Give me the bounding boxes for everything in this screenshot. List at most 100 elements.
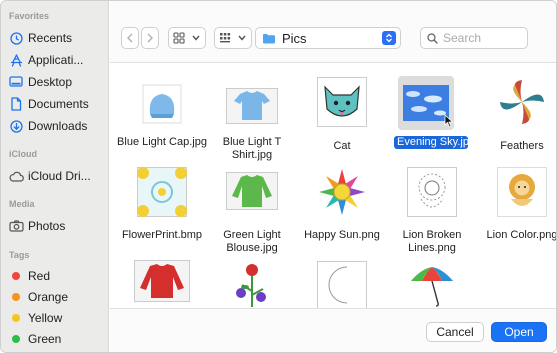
camera-icon [7,220,25,232]
sidebar-item-icloud-drive[interactable]: iCloud Dri... [7,166,104,186]
umbrella-thumbnail-icon [411,267,453,307]
sidebar: Favorites Recents Applicati... Desktop D… [1,1,109,352]
mouse-cursor-icon [444,114,454,128]
file-name: Happy Sun.png [304,229,380,241]
document-icon [7,97,25,111]
cloud-icon [7,171,25,182]
file-name: Lion Broken Lines.png [402,229,462,254]
group-button[interactable] [214,27,252,49]
sidebar-section-favorites: Favorites [9,11,50,21]
lion-lines-thumbnail-icon [407,167,457,217]
toolbar: Pics Search [110,1,556,63]
search-icon [427,32,438,44]
file-item-feathers[interactable]: Feathers [478,74,556,162]
desktop-icon [7,76,25,88]
sky-thumbnail-icon [403,85,449,121]
cap-thumbnail-icon [142,84,182,124]
file-item-green-light-blouse[interactable]: Green Light Blouse.jpg [208,166,296,254]
file-thumbnail [226,88,278,124]
sidebar-item-label: Orange [28,290,69,304]
tshirt-thumbnail-icon [226,88,278,124]
file-name: FlowerPrint.bmp [121,229,203,241]
sidebar-item-label: Applicati... [28,53,84,67]
file-item-blue-light-cap[interactable]: Blue Light Cap.jpg [117,74,207,162]
file-item-cat[interactable]: Cat [298,74,386,162]
file-name-selected: Evening Sky.jpg [394,136,475,149]
sidebar-item-recents[interactable]: Recents [7,28,104,48]
search-placeholder: Search [443,31,482,45]
flowerprint-thumbnail-icon [137,167,187,217]
applications-icon [7,53,25,67]
file-item-flowerprint[interactable]: FlowerPrint.bmp [118,166,206,254]
icon-view-button[interactable] [168,27,206,49]
sidebar-item-label: Recents [28,31,73,45]
location-dropdown[interactable]: Pics [255,27,401,49]
file-item-moon[interactable] [298,260,386,308]
sidebar-item-label: Desktop [28,75,73,89]
back-button[interactable] [121,27,139,49]
dialog-footer: Cancel Open [110,308,556,352]
sidebar-tag-orange[interactable]: Orange [7,287,104,307]
sidebar-item-desktop[interactable]: Desktop [7,72,104,92]
tag-dot-icon [7,272,25,280]
sidebar-section-icloud: iCloud [9,149,37,159]
file-item-blue-light-t-shirt[interactable]: Blue Light T Shirt.jpg [208,74,296,162]
file-name: Feathers [500,140,544,152]
sidebar-item-label: Photos [28,219,66,233]
download-icon [7,119,25,133]
chevron-left-icon [127,33,133,43]
file-item-evening-sky[interactable]: Evening Sky.jpg [388,74,476,162]
tag-dot-icon [7,335,25,343]
lion-color-thumbnail-icon [497,167,547,217]
sidebar-tag-green[interactable]: Green [7,329,104,349]
file-thumbnail [496,166,548,218]
location-label: Pics [282,30,307,46]
file-name: Blue Light Cap.jpg [117,136,207,148]
file-thumbnail [136,166,188,218]
file-item-lion-color[interactable]: Lion Color.png [478,166,556,254]
sidebar-item-label: Green [28,332,62,346]
chevron-down-icon [192,35,200,41]
sidebar-item-label: Red [28,269,51,283]
cancel-button[interactable]: Cancel [426,322,484,342]
grid-view-icon [173,32,185,44]
open-button[interactable]: Open [491,322,547,342]
file-thumbnail [140,82,184,126]
file-item-flowers[interactable] [208,260,296,308]
chevron-down-icon [238,35,246,41]
file-thumbnail [226,260,278,308]
file-thumbnail [226,172,278,210]
forward-button[interactable] [141,27,159,49]
file-grid: Blue Light Cap.jpg Blue Light T Shirt.jp… [110,64,556,308]
sidebar-item-applications[interactable]: Applicati... [7,50,104,70]
file-item-happy-sun[interactable]: Happy Sun.png [298,166,386,254]
file-name: Lion Color.png [486,229,556,241]
sidebar-item-label: Documents [28,97,89,111]
clock-icon [7,31,25,45]
sidebar-item-label: Downloads [28,119,88,133]
tag-dot-icon [7,293,25,301]
moon-thumbnail-icon [317,261,367,308]
file-thumbnail [406,260,458,308]
flowers-thumbnail-icon [236,264,266,307]
file-item-lion-broken-lines[interactable]: Lion Broken Lines.png [388,166,476,254]
cat-thumbnail-icon [317,77,367,127]
group-icon [220,33,231,43]
blouse-thumbnail-icon [226,172,278,210]
sidebar-tag-red[interactable]: Red [7,266,104,286]
file-item-umbrella[interactable] [388,260,476,308]
file-thumbnail [316,260,368,308]
sidebar-item-documents[interactable]: Documents [7,94,104,114]
file-thumbnail [134,260,190,302]
sidebar-item-photos[interactable]: Photos [7,216,104,236]
sidebar-item-downloads[interactable]: Downloads [7,116,104,136]
tag-dot-icon [7,314,25,322]
open-file-dialog: Favorites Recents Applicati... Desktop D… [0,0,557,353]
file-name: Blue Light T Shirt.jpg [222,136,282,161]
file-item-red-sweater[interactable] [118,260,206,308]
file-thumbnail [316,76,368,128]
file-thumbnail [406,166,458,218]
search-field[interactable]: Search [420,27,528,49]
sidebar-tag-yellow[interactable]: Yellow [7,308,104,328]
updown-chevron-icon [382,31,396,45]
